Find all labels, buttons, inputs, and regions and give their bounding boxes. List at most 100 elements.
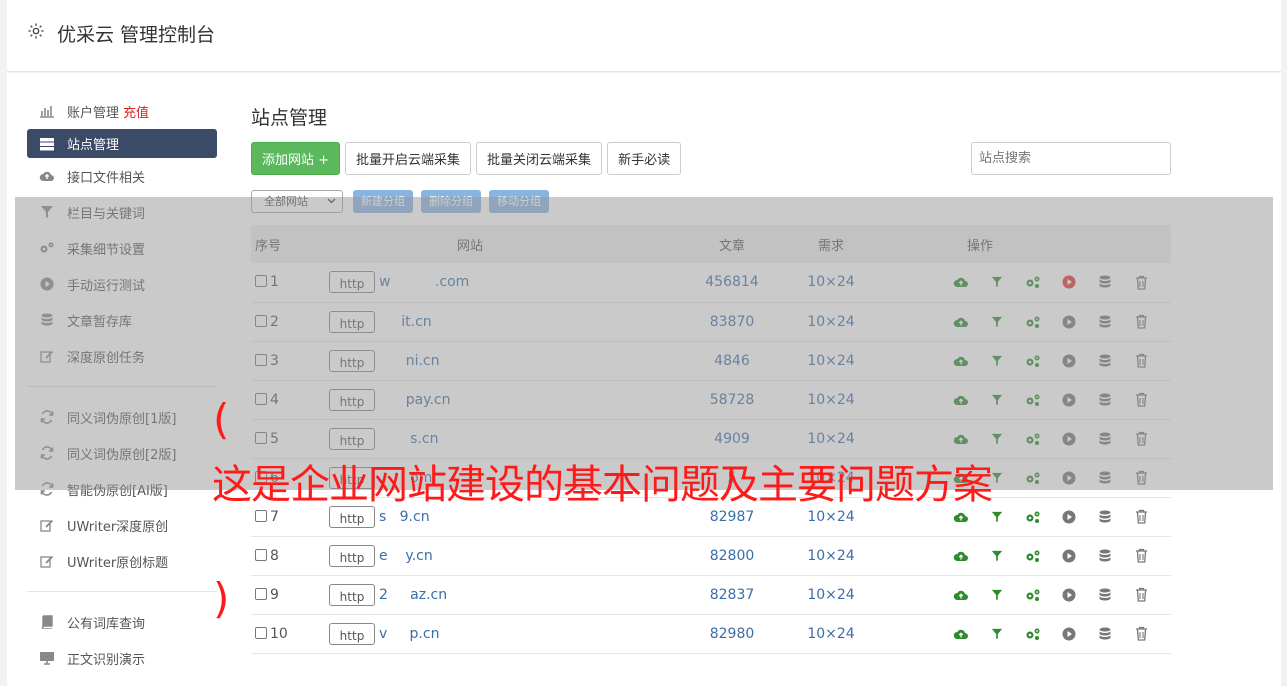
row-requirement[interactable]: 10×24 [773, 263, 889, 302]
sidebar-item-synonym-v2[interactable]: 同义词伪原创[2版] [27, 435, 217, 471]
database-icon[interactable] [1087, 393, 1123, 407]
gears-icon[interactable] [1015, 315, 1051, 329]
gears-icon[interactable] [1015, 275, 1051, 289]
trash-icon[interactable] [1123, 392, 1159, 407]
row-requirement[interactable]: 10×24 [773, 380, 889, 419]
protocol-badge[interactable]: http [329, 271, 375, 294]
cloud-upload-icon[interactable] [943, 511, 979, 523]
batch-disable-button[interactable]: 批量关闭云端采集 [476, 142, 603, 175]
delete-group-button[interactable]: 删除分组 [421, 189, 481, 213]
trash-icon[interactable] [1123, 431, 1159, 446]
filter-icon[interactable] [979, 316, 1015, 328]
site-domain[interactable]: it.cn [379, 314, 431, 330]
row-checkbox[interactable] [255, 626, 267, 639]
gears-icon[interactable] [1015, 432, 1051, 446]
cloud-upload-icon[interactable] [943, 316, 979, 328]
sidebar-item-uwriter-title[interactable]: UWriter原创标题 [27, 543, 217, 579]
row-articles[interactable]: 456814 [691, 263, 773, 302]
site-domain[interactable]: ni.cn [379, 353, 440, 369]
filter-icon[interactable] [979, 550, 1015, 562]
play-circle-icon[interactable] [1051, 471, 1087, 485]
row-checkbox[interactable] [255, 353, 267, 366]
protocol-badge[interactable]: http [329, 427, 375, 450]
database-icon[interactable] [1087, 588, 1123, 602]
site-domain[interactable]: s.cn [379, 431, 438, 447]
row-checkbox[interactable] [255, 548, 267, 561]
cloud-upload-icon[interactable] [943, 550, 979, 562]
row-articles[interactable]: 4846 [691, 341, 773, 380]
row-checkbox[interactable] [255, 275, 267, 288]
cloud-upload-icon[interactable] [943, 355, 979, 367]
play-circle-icon[interactable] [1051, 315, 1087, 329]
gears-icon[interactable] [1015, 354, 1051, 368]
database-icon[interactable] [1087, 627, 1123, 641]
row-articles[interactable]: 82800 [691, 536, 773, 575]
sidebar-item-deep-original[interactable]: 深度原创任务 [27, 338, 217, 374]
protocol-badge[interactable]: http [329, 310, 375, 333]
gears-icon[interactable] [1015, 471, 1051, 485]
sidebar-item-public-lexicon[interactable]: 公有词库查询 [27, 604, 217, 640]
cloud-upload-icon[interactable] [943, 589, 979, 601]
row-requirement[interactable]: 10×24 [773, 536, 889, 575]
filter-icon[interactable] [979, 628, 1015, 640]
play-circle-icon[interactable] [1051, 275, 1087, 289]
play-circle-icon[interactable] [1051, 588, 1087, 602]
gears-icon[interactable] [1015, 510, 1051, 524]
site-domain[interactable]: v p.cn [379, 626, 439, 642]
sidebar-item-collect-settings[interactable]: 采集细节设置 [27, 230, 217, 266]
trash-icon[interactable] [1123, 509, 1159, 524]
group-select[interactable]: 全部网站 [251, 189, 343, 213]
play-circle-icon[interactable] [1051, 354, 1087, 368]
play-circle-icon[interactable] [1051, 510, 1087, 524]
cloud-upload-icon[interactable] [943, 628, 979, 640]
sidebar-item-manual-run[interactable]: 手动运行测试 [27, 266, 217, 302]
row-articles[interactable]: 83870 [691, 302, 773, 341]
filter-icon[interactable] [979, 511, 1015, 523]
site-domain[interactable]: w .com [379, 274, 469, 290]
filter-icon[interactable] [979, 355, 1015, 367]
cloud-upload-icon[interactable] [943, 276, 979, 288]
sidebar-item-interface[interactable]: 接口文件相关 [27, 158, 217, 194]
gear-icon[interactable] [27, 22, 45, 40]
row-checkbox[interactable] [255, 392, 267, 405]
database-icon[interactable] [1087, 549, 1123, 563]
play-circle-icon[interactable] [1051, 549, 1087, 563]
move-group-button[interactable]: 移动分组 [489, 189, 549, 213]
cloud-upload-icon[interactable] [943, 433, 979, 445]
row-articles[interactable]: 58728 [691, 380, 773, 419]
trash-icon[interactable] [1123, 626, 1159, 641]
protocol-badge[interactable]: http [329, 622, 375, 645]
row-checkbox[interactable] [255, 431, 267, 444]
protocol-badge[interactable]: http [329, 544, 375, 567]
trash-icon[interactable] [1123, 548, 1159, 563]
recharge-link[interactable]: 充值 [123, 102, 149, 121]
trash-icon[interactable] [1123, 353, 1159, 368]
site-domain[interactable]: s 9.cn [379, 509, 430, 525]
row-articles[interactable]: 82980 [691, 614, 773, 653]
sidebar-item-columns[interactable]: 栏目与关键词 [27, 194, 217, 230]
sidebar-item-synonym-v1[interactable]: 同义词伪原创[1版] [27, 399, 217, 435]
filter-icon[interactable] [979, 589, 1015, 601]
trash-icon[interactable] [1123, 314, 1159, 329]
gears-icon[interactable] [1015, 393, 1051, 407]
trash-icon[interactable] [1123, 587, 1159, 602]
database-icon[interactable] [1087, 510, 1123, 524]
database-icon[interactable] [1087, 471, 1123, 485]
play-circle-icon[interactable] [1051, 627, 1087, 641]
database-icon[interactable] [1087, 432, 1123, 446]
site-domain[interactable]: pay.cn [379, 392, 451, 408]
protocol-badge[interactable]: http [329, 349, 375, 372]
trash-icon[interactable] [1123, 275, 1159, 290]
gears-icon[interactable] [1015, 549, 1051, 563]
play-circle-icon[interactable] [1051, 432, 1087, 446]
sidebar-item-sites[interactable]: 站点管理 [27, 129, 217, 158]
sidebar-item-ai-rewrite[interactable]: 智能伪原创[AI版] [27, 471, 217, 507]
batch-enable-button[interactable]: 批量开启云端采集 [345, 142, 472, 175]
row-checkbox[interactable] [255, 587, 267, 600]
database-icon[interactable] [1087, 275, 1123, 289]
sidebar-item-text-recognition[interactable]: 正文识别演示 [27, 640, 217, 676]
site-domain[interactable]: e y.cn [379, 548, 433, 564]
row-requirement[interactable]: 10×24 [773, 614, 889, 653]
add-site-button[interactable]: 添加网站 + [251, 142, 341, 175]
database-icon[interactable] [1087, 315, 1123, 329]
